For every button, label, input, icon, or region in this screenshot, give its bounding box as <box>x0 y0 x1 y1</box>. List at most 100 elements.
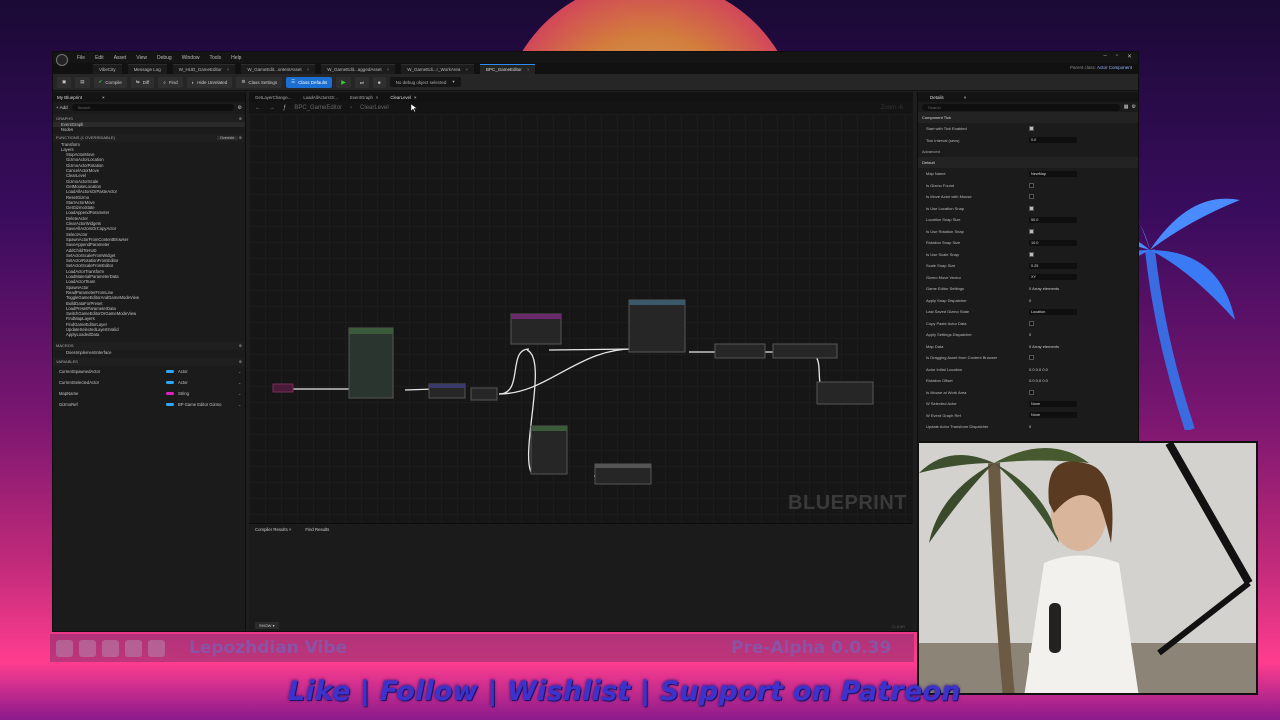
tab-message-log[interactable]: Message Log <box>127 63 167 74</box>
menu-help[interactable]: Help <box>231 55 241 61</box>
breadcrumb-root[interactable]: BPC_GameEditor <box>294 105 342 111</box>
details-tab[interactable]: Details × <box>918 92 1138 102</box>
property-checkbox[interactable] <box>1029 126 1034 132</box>
show-button[interactable]: SHOW ▾ <box>255 622 279 629</box>
close-tab-icon[interactable]: × <box>465 67 468 72</box>
class-settings-button[interactable]: ⚙ Class Settings <box>236 76 283 88</box>
my-blueprint-tab[interactable]: My Blueprint × <box>53 92 245 102</box>
search-input[interactable]: Search <box>71 104 234 111</box>
class-defaults-button[interactable]: ☰ Class Defaults <box>286 76 333 88</box>
tab-tagged-asset[interactable]: W_GameEdit...aggedAsset × <box>321 63 396 74</box>
step-button[interactable]: ⏭ <box>354 76 369 88</box>
chevron-down-icon[interactable]: ⌄ <box>238 402 242 407</box>
blueprint-node[interactable] <box>530 425 568 475</box>
graphs-section-header[interactable]: GRAPHS ⊕ <box>53 114 245 122</box>
property-input[interactable]: 10.0 <box>1029 239 1077 246</box>
section-advanced[interactable]: Advanced <box>918 146 1138 157</box>
blueprint-node[interactable] <box>628 299 686 353</box>
close-panel-icon[interactable]: × <box>102 95 105 100</box>
variables-section-header[interactable]: VARIABLES ⊕ <box>53 357 245 366</box>
property-checkbox[interactable] <box>1029 251 1034 257</box>
add-graph-icon[interactable]: ⊕ <box>239 116 242 121</box>
blueprint-node[interactable] <box>470 387 498 401</box>
property-input[interactable]: Location <box>1029 308 1077 315</box>
tab-content-asset[interactable]: W_GameEdit...ontentAsset × <box>241 63 316 74</box>
function-entry-node[interactable] <box>272 383 294 393</box>
tab-bpc-gameeditor[interactable]: BPC_GameEditor × <box>480 63 536 74</box>
stop-button[interactable]: ■ <box>372 76 386 88</box>
menu-edit[interactable]: Edit <box>95 55 104 61</box>
clear-button[interactable]: CLEAR <box>892 624 905 629</box>
property-checkbox[interactable] <box>1029 194 1034 200</box>
close-panel-icon[interactable]: × <box>964 95 967 100</box>
blueprint-graph[interactable] <box>249 114 913 523</box>
menu-window[interactable]: Window <box>182 55 200 61</box>
close-tab-icon[interactable]: × <box>376 95 379 100</box>
add-variable-icon[interactable]: ⊕ <box>239 359 242 364</box>
graph-canvas[interactable]: BLUEPRINT <box>249 114 913 523</box>
menu-asset[interactable]: Asset <box>114 55 127 61</box>
variable-type[interactable]: Actor <box>178 369 238 374</box>
section-component-tick[interactable]: Component Tick <box>918 112 1138 123</box>
graph-tab-clearlevel[interactable]: ClearLevel × <box>390 95 416 100</box>
tab-work-area[interactable]: W_GameEdi...r_WorkArea × <box>401 63 475 74</box>
blueprint-node[interactable] <box>348 327 394 399</box>
menu-debug[interactable]: Debug <box>157 55 172 61</box>
close-tab-icon[interactable]: × <box>527 67 530 72</box>
property-checkbox[interactable] <box>1029 320 1034 326</box>
settings-gear-icon[interactable]: ⚙ <box>238 105 242 111</box>
macro-item[interactable]: DoesImplementInterface <box>53 350 245 355</box>
tab-w-hud-gameeditor[interactable]: W_HUD_GameEditor × <box>172 63 236 74</box>
variable-row[interactable]: CurrentSpawnedActor Actor ⌄ <box>53 366 245 377</box>
blueprint-node[interactable] <box>816 381 874 405</box>
tab-project[interactable]: VibeCity <box>93 63 122 74</box>
add-function-icon[interactable]: ⊕ <box>239 135 242 140</box>
property-input[interactable]: XY <box>1029 274 1077 281</box>
variable-row[interactable]: MapName String ⌄ <box>53 388 245 399</box>
property-checkbox[interactable] <box>1029 389 1034 395</box>
settings-gear-icon[interactable]: ⚙ <box>1132 104 1136 110</box>
grid-view-icon[interactable]: ▦ <box>1124 104 1129 110</box>
macros-section-header[interactable]: MACROS ⊕ <box>53 341 245 350</box>
variable-row[interactable]: CurrentSelectedActor Actor ⌄ <box>53 377 245 388</box>
maximize-icon[interactable]: ▫ <box>1116 53 1118 60</box>
browse-button[interactable]: ▤ <box>75 76 90 88</box>
close-tab-icon[interactable]: × <box>414 95 417 100</box>
property-input[interactable]: None <box>1029 412 1077 419</box>
graph-item[interactable]: Nodes <box>53 127 245 132</box>
property-input[interactable]: 0.0 <box>1029 137 1077 144</box>
property-input[interactable]: 0.25 <box>1029 262 1077 269</box>
property-checkbox[interactable] <box>1029 205 1034 211</box>
graph-tab-eventgraph[interactable]: EventGraph × <box>350 95 378 100</box>
forward-arrow-icon[interactable]: → <box>269 105 275 111</box>
property-checkbox[interactable] <box>1029 355 1034 361</box>
graph-tab-loadallactors[interactable]: LoadAllActorsOr... <box>303 95 338 100</box>
add-macro-icon[interactable]: ⊕ <box>239 343 242 348</box>
blueprint-node[interactable] <box>772 343 838 359</box>
graph-tab-getlayerchange[interactable]: GetLayerChange... <box>255 95 291 100</box>
menu-view[interactable]: View <box>136 55 147 61</box>
close-tab-icon[interactable]: × <box>307 67 310 72</box>
add-button[interactable]: + Add <box>56 105 68 110</box>
tab-find-results[interactable]: Find Results <box>305 527 329 532</box>
property-input[interactable]: NewMap <box>1029 170 1077 177</box>
chevron-down-icon[interactable]: ⌄ <box>238 369 242 374</box>
property-checkbox[interactable] <box>1029 182 1034 188</box>
close-tab-icon[interactable]: × <box>387 67 390 72</box>
property-checkbox[interactable] <box>1029 228 1034 234</box>
functions-section-header[interactable]: FUNCTIONS (1 OVERRIDABLE) Override ⊕ <box>53 133 245 142</box>
play-button[interactable]: ▶ <box>336 76 351 88</box>
property-input[interactable]: 50.0 <box>1029 216 1077 223</box>
compile-button[interactable]: ✔ Compile <box>93 76 127 88</box>
menu-file[interactable]: File <box>77 55 85 61</box>
details-search-input[interactable]: Search <box>922 103 1120 111</box>
variable-row[interactable]: GizmoRef BP Game Editor Gizmo ⌄ <box>53 399 245 410</box>
chevron-down-icon[interactable]: ⌄ <box>238 380 242 385</box>
chevron-down-icon[interactable]: ⌄ <box>238 391 242 396</box>
close-tab-icon[interactable]: × <box>227 67 230 72</box>
function-item[interactable]: ApplyLoadedData <box>53 332 245 337</box>
back-arrow-icon[interactable]: ← <box>255 105 261 111</box>
property-input[interactable]: None <box>1029 400 1077 407</box>
minimize-icon[interactable]: – <box>1103 53 1106 60</box>
parent-class-value[interactable]: Actor Component <box>1097 65 1132 70</box>
